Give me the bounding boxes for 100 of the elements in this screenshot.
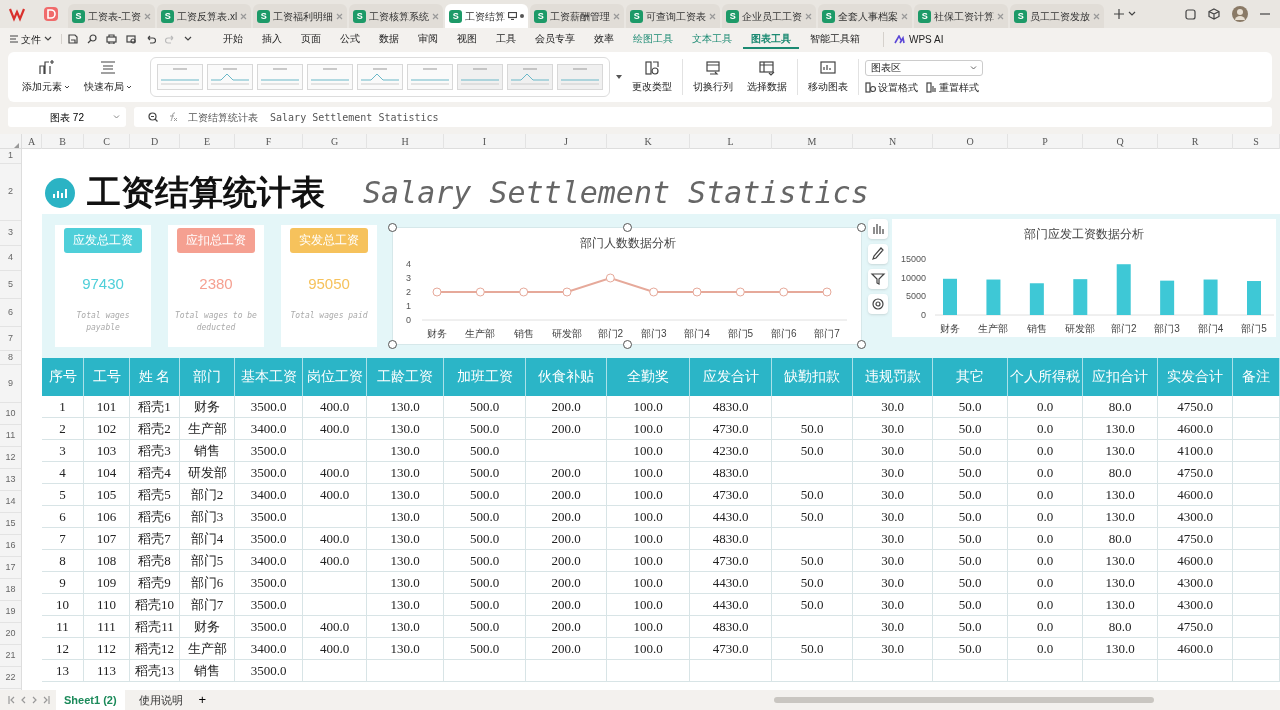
menu-tab[interactable]: 数据 — [371, 29, 407, 49]
menu-tab[interactable]: 页面 — [293, 29, 329, 49]
chart-style-thumbnail[interactable] — [507, 64, 553, 90]
resize-handle[interactable] — [388, 223, 397, 232]
document-app-icon[interactable] — [43, 6, 59, 22]
chevron-down-icon[interactable] — [184, 36, 192, 42]
monitor-icon[interactable] — [508, 12, 518, 20]
switch-icon[interactable] — [705, 60, 721, 76]
menu-icon[interactable] — [10, 35, 18, 43]
chart-style-thumbnail[interactable] — [457, 64, 503, 90]
avatar[interactable] — [1232, 6, 1248, 22]
horizontal-scrollbar[interactable] — [774, 697, 1155, 703]
zoom-icon[interactable] — [148, 112, 158, 122]
function-icon[interactable] — [168, 112, 178, 122]
row-header[interactable]: 18 — [0, 579, 21, 601]
file-tab[interactable]: S 全套人事档案 — [818, 4, 913, 28]
filter-icon[interactable] — [870, 271, 886, 287]
menu-tab[interactable]: 工具 — [488, 29, 524, 49]
format-icon[interactable] — [865, 81, 876, 93]
name-box[interactable]: 图表 72 — [8, 107, 126, 127]
column-header[interactable]: H — [367, 134, 444, 149]
menu-tab[interactable]: 公式 — [332, 29, 368, 49]
first-sheet-icon[interactable] — [8, 696, 15, 704]
close-icon[interactable] — [901, 12, 909, 20]
chevron-down-icon[interactable] — [1128, 11, 1137, 17]
close-icon[interactable] — [432, 12, 440, 20]
gallery-more-icon[interactable] — [616, 75, 622, 79]
settings-icon[interactable] — [870, 296, 886, 312]
window-icon[interactable] — [1185, 8, 1196, 20]
previous-sheet-icon[interactable] — [21, 696, 26, 704]
sheet-tab[interactable]: 使用说明 — [130, 690, 191, 710]
app-logo-icon[interactable] — [8, 6, 26, 22]
close-icon[interactable] — [336, 12, 344, 20]
row-header[interactable]: 2 — [0, 164, 21, 221]
close-icon[interactable] — [144, 12, 152, 20]
row-header[interactable]: 13 — [0, 469, 21, 491]
select-all-icon[interactable] — [14, 143, 19, 148]
chart-style-thumbnail[interactable] — [357, 64, 403, 90]
sheet-tab[interactable]: Sheet1 (2) — [56, 690, 125, 710]
column-header[interactable]: A — [22, 134, 42, 149]
menu-tab[interactable]: 智能工具箱 — [802, 29, 868, 49]
print-preview-icon[interactable] — [126, 34, 137, 44]
column-header[interactable]: O — [933, 134, 1008, 149]
file-menu[interactable]: 文件 — [10, 31, 58, 47]
column-header[interactable]: C — [84, 134, 130, 149]
file-tab[interactable]: S 社保工资计算 — [914, 4, 1009, 28]
chart-style-thumbnail[interactable] — [257, 64, 303, 90]
column-header[interactable]: M — [772, 134, 853, 149]
change-type-icon[interactable] — [644, 60, 660, 76]
column-header[interactable]: B — [42, 134, 84, 149]
row-header[interactable]: 4 — [0, 246, 21, 271]
column-header[interactable]: J — [526, 134, 607, 149]
reset-style-icon[interactable] — [926, 81, 937, 93]
row-header[interactable]: 12 — [0, 447, 21, 469]
chart-panel[interactable]: 部门应发工资数据分析 0 5000 10000 15000 财务 生产部 销售 研发部 部门2 部门3 部门4 部门5 — [892, 219, 1276, 337]
row-header[interactable]: 8 — [0, 351, 21, 365]
layout-icon[interactable] — [100, 60, 116, 76]
row-header[interactable]: 14 — [0, 491, 21, 513]
print-icon[interactable] — [106, 34, 117, 44]
formula-input[interactable]: 工资结算统计表 Salary Settlement Statistics — [188, 109, 439, 125]
cube-icon[interactable] — [1208, 8, 1220, 20]
column-header[interactable]: D — [130, 134, 180, 149]
menu-tab[interactable]: 视图 — [449, 29, 485, 49]
select-data-icon[interactable] — [759, 60, 775, 76]
chart-element-dropdown[interactable]: 图表区 — [865, 59, 983, 76]
add-chart-icon[interactable] — [38, 60, 54, 76]
add-element-button[interactable]: 添加元素 — [18, 60, 74, 94]
menu-tab[interactable]: 会员专享 — [527, 29, 583, 49]
menu-tab[interactable]: 绘图工具 — [625, 29, 681, 49]
column-header[interactable]: P — [1008, 134, 1083, 149]
redo-icon[interactable] — [165, 34, 175, 44]
row-header[interactable]: 16 — [0, 535, 21, 557]
chart-style-thumbnail[interactable] — [557, 64, 603, 90]
close-icon[interactable] — [613, 12, 621, 20]
close-icon[interactable] — [805, 12, 813, 20]
close-icon[interactable] — [240, 12, 248, 20]
resize-handle[interactable] — [623, 223, 632, 232]
column-header[interactable]: G — [303, 134, 367, 149]
chart-panel[interactable]: 部门人数数据分析 0 1 2 3 4 财务 生产部 销售 研发部 部门2 部门3 部门4 部门5 部门6 部门7 — [392, 227, 862, 345]
file-tab[interactable]: S 企业员工工资 — [722, 4, 817, 28]
new-tab-icon[interactable] — [1114, 9, 1125, 19]
file-tab[interactable]: S 工资福利明细 — [253, 4, 348, 28]
row-header[interactable]: 15 — [0, 513, 21, 535]
add-sheet-button[interactable]: + — [196, 690, 209, 710]
wps-ai-button[interactable]: WPS AI — [909, 31, 944, 47]
menu-tab[interactable]: 效率 — [586, 29, 622, 49]
resize-handle[interactable] — [857, 340, 866, 349]
ai-logo-icon[interactable] — [894, 34, 905, 44]
chart-style-thumbnail[interactable] — [407, 64, 453, 90]
change-type-button[interactable]: 更改类型 — [628, 60, 676, 94]
file-tab[interactable]: S 工资核算系统 — [349, 4, 444, 28]
move-chart-icon[interactable] — [820, 60, 836, 76]
row-header[interactable]: 6 — [0, 299, 21, 327]
menu-tab[interactable]: 图表工具 — [743, 29, 799, 49]
chart-style-thumbnail[interactable] — [307, 64, 353, 90]
row-header[interactable]: 3 — [0, 221, 21, 246]
file-tab[interactable]: S 工资反算表.xl — [157, 4, 252, 28]
menu-tab[interactable]: 插入 — [254, 29, 290, 49]
column-header[interactable]: N — [853, 134, 933, 149]
row-header[interactable]: 20 — [0, 623, 21, 645]
